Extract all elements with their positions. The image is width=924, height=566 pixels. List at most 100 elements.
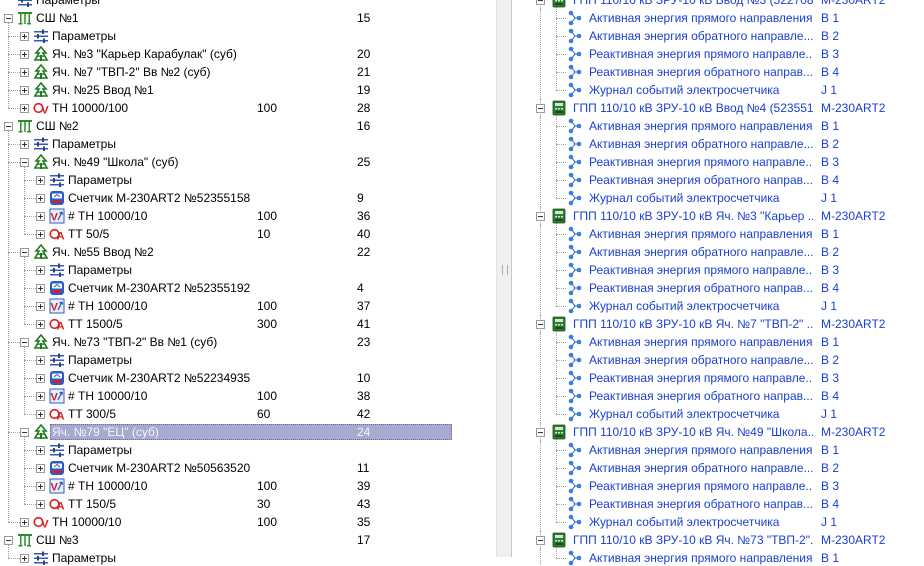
channel-row[interactable]: Активная энергия прямого направления B 1 [512, 441, 924, 459]
expand-icon[interactable] [36, 410, 45, 419]
expand-icon[interactable] [36, 482, 45, 491]
device-row[interactable]: ГПП 110/10 кВ ЗРУ-10 кВ Ввод №4 (523551.… [512, 99, 924, 117]
channel-row[interactable]: Реактивная энергия прямого направле... B … [512, 369, 924, 387]
collapse-icon[interactable] [20, 158, 29, 167]
channel-row[interactable]: Реактивная энергия обратного направ... B … [512, 279, 924, 297]
tree-row[interactable]: V ТН 10000/10 100 35 [0, 513, 496, 531]
tree-row[interactable]: СШ №1 15 [0, 9, 496, 27]
tree-row[interactable]: A ТТ 1500/5 300 41 [0, 315, 496, 333]
tree-row[interactable]: Яч. №79 "ЕЦ" (суб) 24 [0, 423, 496, 441]
tree-row[interactable]: A ТТ 150/5 30 43 [0, 495, 496, 513]
expand-icon[interactable] [20, 140, 29, 149]
expand-icon[interactable] [20, 86, 29, 95]
tree-row[interactable]: Яч. №73 "ТВП-2" Вв №1 (суб) 23 [0, 333, 496, 351]
tree-row[interactable]: A ТТ 50/5 10 40 [0, 225, 496, 243]
collapse-icon[interactable] [20, 428, 29, 437]
expand-icon[interactable] [36, 374, 45, 383]
channel-row[interactable]: Активная энергия обратного направле... B … [512, 27, 924, 45]
expand-icon[interactable] [36, 230, 45, 239]
tree-row[interactable]: V # ТН 10000/10 100 39 [0, 477, 496, 495]
tree-row[interactable]: Яч. №7 "ТВП-2" Вв №2 (суб) 21 [0, 63, 496, 81]
tree-row[interactable]: Яч. №49 "Школа" (суб) 25 [0, 153, 496, 171]
channel-row[interactable]: Реактивная энергия обратного направ... B … [512, 63, 924, 81]
tree-row[interactable]: Счетчик M-230ART2 №52234935 10 [0, 369, 496, 387]
tree-row[interactable]: Параметры [0, 135, 496, 153]
channel-row[interactable]: Активная энергия обратного направле... B … [512, 459, 924, 477]
device-row[interactable]: ГПП 110/10 кВ ЗРУ-10 кВ Яч. №7 "ТВП-2" .… [512, 315, 924, 333]
channel-row[interactable]: Реактивная энергия обратного направ... B … [512, 387, 924, 405]
expand-icon[interactable] [36, 356, 45, 365]
channel-row[interactable]: Активная энергия прямого направления B 1 [512, 117, 924, 135]
channel-row[interactable]: Активная энергия обратного направле... B … [512, 135, 924, 153]
collapse-icon[interactable] [536, 536, 545, 545]
channel-row[interactable]: Реактивная энергия обратного направ... B … [512, 171, 924, 189]
collapse-icon[interactable] [4, 536, 13, 545]
device-row[interactable]: ГПП 110/10 кВ ЗРУ-10 кВ Яч. №49 "Школа..… [512, 423, 924, 441]
tree-row[interactable]: Параметры [0, 171, 496, 189]
expand-icon[interactable] [20, 104, 29, 113]
channel-row[interactable]: Активная энергия прямого направления B 1 [512, 225, 924, 243]
tree-row[interactable]: Параметры [0, 351, 496, 369]
channel-tree-panel[interactable]: ГПП 110/10 кВ ЗРУ-10 кВ Ввод №3 (522708.… [512, 0, 924, 566]
expand-icon[interactable] [36, 464, 45, 473]
channel-row[interactable]: Реактивная энергия обратного направ... B … [512, 495, 924, 513]
expand-icon[interactable] [36, 302, 45, 311]
device-row[interactable]: ГПП 110/10 кВ ЗРУ-10 кВ Ввод №3 (522708.… [512, 0, 924, 9]
expand-icon[interactable] [20, 554, 29, 563]
expand-icon[interactable] [36, 266, 45, 275]
tree-row[interactable]: Яч. №25 Ввод №1 19 [0, 81, 496, 99]
expand-icon[interactable] [36, 446, 45, 455]
channel-row[interactable]: Реактивная энергия прямого направле... B … [512, 477, 924, 495]
expand-icon[interactable] [36, 284, 45, 293]
panel-splitter[interactable] [496, 0, 512, 557]
tree-row[interactable]: V # ТН 10000/10 100 38 [0, 387, 496, 405]
tree-row[interactable]: Параметры [0, 441, 496, 459]
collapse-icon[interactable] [20, 248, 29, 257]
channel-row[interactable]: Активная энергия прямого направления B 1 [512, 333, 924, 351]
collapse-icon[interactable] [4, 122, 13, 131]
collapse-icon[interactable] [20, 338, 29, 347]
collapse-icon[interactable] [536, 320, 545, 329]
channel-row[interactable]: Журнал событий электросчетчика J 1 [512, 297, 924, 315]
tree-row[interactable]: Параметры [0, 27, 496, 45]
channel-row[interactable]: Журнал событий электросчетчика J 1 [512, 189, 924, 207]
tree-row[interactable]: Счетчик M-230ART2 №52355158 9 [0, 189, 496, 207]
channel-row[interactable]: Журнал событий электросчетчика J 1 [512, 81, 924, 99]
tree-row[interactable]: V # ТН 10000/10 100 36 [0, 207, 496, 225]
expand-icon[interactable] [36, 212, 45, 221]
tree-row[interactable]: Счетчик M-230ART2 №52355192 4 [0, 279, 496, 297]
object-tree-panel[interactable]: Параметры СШ №1 15 Параметры Яч. №3 "Карьер … [0, 0, 496, 566]
collapse-icon[interactable] [536, 428, 545, 437]
expand-icon[interactable] [36, 176, 45, 185]
tree-row[interactable]: Яч. №3 "Карьер Карабулак" (суб) 20 [0, 45, 496, 63]
tree-row[interactable]: Яч. №55 Ввод №2 22 [0, 243, 496, 261]
expand-icon[interactable] [36, 320, 45, 329]
expand-icon[interactable] [20, 68, 29, 77]
tree-row[interactable]: Параметры [0, 549, 496, 566]
tree-row[interactable]: Параметры [0, 0, 496, 9]
channel-row[interactable]: Активная энергия прямого направления B 1 [512, 9, 924, 27]
collapse-icon[interactable] [536, 0, 545, 5]
device-row[interactable]: ГПП 110/10 кВ ЗРУ-10 кВ Яч. №73 "ТВП-2".… [512, 531, 924, 549]
tree-row[interactable]: A ТТ 300/5 60 42 [0, 405, 496, 423]
channel-row[interactable]: Реактивная энергия прямого направле... B … [512, 261, 924, 279]
tree-row[interactable]: Счетчик M-230ART2 №50563520 11 [0, 459, 496, 477]
expand-icon[interactable] [20, 32, 29, 41]
tree-row[interactable]: СШ №3 17 [0, 531, 496, 549]
channel-row[interactable]: Активная энергия обратного направле... B … [512, 351, 924, 369]
collapse-icon[interactable] [536, 104, 545, 113]
expand-icon[interactable] [36, 194, 45, 203]
channel-row[interactable]: Активная энергия прямого направления B 1 [512, 549, 924, 566]
tree-row[interactable]: СШ №2 16 [0, 117, 496, 135]
channel-row[interactable]: Журнал событий электросчетчика J 1 [512, 405, 924, 423]
expand-icon[interactable] [20, 50, 29, 59]
expand-icon[interactable] [20, 518, 29, 527]
tree-row[interactable]: V # ТН 10000/10 100 37 [0, 297, 496, 315]
tree-row[interactable]: V ТН 10000/100 100 28 [0, 99, 496, 117]
channel-row[interactable]: Реактивная энергия прямого направле... B … [512, 153, 924, 171]
tree-row[interactable]: Параметры [0, 261, 496, 279]
channel-row[interactable]: Журнал событий электросчетчика J 1 [512, 513, 924, 531]
collapse-icon[interactable] [4, 14, 13, 23]
collapse-icon[interactable] [536, 212, 545, 221]
splitter-grip-icon[interactable] [502, 265, 508, 275]
